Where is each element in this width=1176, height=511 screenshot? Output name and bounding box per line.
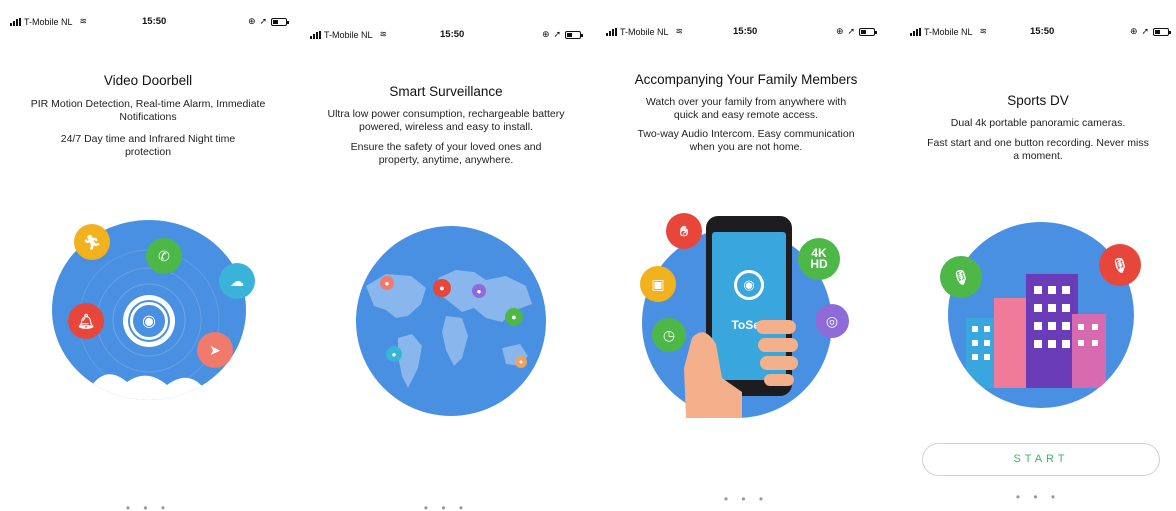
status-time: 15:50	[1030, 26, 1055, 37]
wifi-icon: ≋	[379, 29, 388, 39]
status-time: 15:50	[440, 29, 465, 40]
status-bar: T-Mobile NL ≋ 15:50 ⊕ ➚	[0, 12, 296, 32]
signal-icon	[10, 17, 21, 26]
webcam-icon: ◎	[815, 304, 849, 338]
wifi-icon: ≋	[79, 16, 88, 26]
carrier: T-Mobile NL ≋	[910, 26, 987, 37]
onboarding-screen-family: T-Mobile NL ≋ 15:50 ⊕ ➚ Accompanying You…	[596, 0, 896, 511]
rotation-lock-icon: ⊕	[1130, 26, 1138, 36]
location-pin-icon: ●	[472, 284, 486, 298]
battery-icon	[565, 30, 584, 39]
stop-hand-icon: ✋︎	[666, 213, 702, 249]
status-time: 15:50	[733, 26, 758, 37]
carrier-name: T-Mobile NL	[620, 26, 669, 37]
status-right: ⊕ ➚	[1130, 26, 1172, 37]
onboarding-screen-video-doorbell: T-Mobile NL ≋ 15:50 ⊕ ➚ Video Doorbell P…	[0, 0, 296, 511]
app-logo-icon: ◉	[734, 270, 764, 300]
location-pin-icon: ●	[433, 279, 451, 297]
doorbell-center-icon: ◉	[123, 295, 175, 347]
4k-hd-badge-icon: 4K HD	[798, 238, 840, 280]
screen-description-1: Dual 4k portable panoramic cameras.	[950, 117, 1126, 129]
send-icon: ➤	[197, 332, 233, 368]
onboarding-screen-smart-surveillance: T-Mobile NL ≋ 15:50 ⊕ ➚ Smart Surveillan…	[300, 0, 592, 511]
carrier-name: T-Mobile NL	[24, 16, 73, 27]
signal-icon	[606, 27, 617, 36]
status-bar: T-Mobile NL ≋ 15:50 ⊕ ➚	[300, 25, 592, 45]
location-pin-icon: ●	[380, 276, 394, 290]
microphone-icon: 🎙︎	[1099, 244, 1141, 286]
cloud-icon: ☁	[219, 263, 255, 299]
location-pin-icon: ●	[515, 356, 527, 368]
rotation-lock-icon: ⊕	[836, 26, 844, 36]
screen-title: Video Doorbell	[103, 73, 193, 88]
screen-description-2: Two-way Audio Intercom. Easy communicati…	[637, 128, 855, 153]
status-time: 15:50	[142, 16, 167, 27]
location-pin-icon: ●	[505, 308, 523, 326]
screen-description-2: Ensure the safety of your loved ones and…	[350, 141, 542, 166]
bell-icon: 🔔︎	[68, 303, 104, 339]
screen-description-1: Ultra low power consumption, rechargeabl…	[327, 108, 565, 133]
pagination-dots: • • •	[125, 501, 171, 511]
wifi-icon: ≋	[675, 26, 684, 36]
screen-description-2: 24/7 Day time and Infrared Night time pr…	[60, 133, 236, 158]
status-right: ⊕ ➚	[248, 16, 290, 27]
pagination-dots: • • •	[423, 501, 469, 511]
screen-description-1: Watch over your family from anywhere wit…	[645, 96, 847, 121]
rotation-lock-icon: ⊕	[248, 16, 256, 26]
photo-icon: ▣	[640, 266, 676, 302]
signal-icon	[910, 27, 921, 36]
status-bar: T-Mobile NL ≋ 15:50 ⊕ ➚	[900, 22, 1176, 42]
status-right: ⊕ ➚	[542, 29, 584, 40]
hand-illustration	[682, 318, 812, 418]
carrier-name: T-Mobile NL	[924, 26, 973, 37]
running-person-icon: 🏃︎	[74, 224, 110, 260]
carrier-name: T-Mobile NL	[324, 29, 373, 40]
microphone-icon: 🎙︎	[940, 256, 982, 298]
status-bar: T-Mobile NL ≋ 15:50 ⊕ ➚	[596, 22, 896, 42]
pagination-dots: • • •	[723, 492, 769, 506]
battery-icon	[271, 17, 290, 26]
location-icon: ➚	[259, 16, 268, 26]
screen-title: Accompanying Your Family Members	[634, 72, 858, 87]
location-icon: ➚	[1141, 26, 1150, 36]
signal-icon	[310, 30, 321, 39]
carrier: T-Mobile NL ≋	[310, 29, 387, 40]
location-icon: ➚	[847, 26, 856, 36]
screen-description-2: Fast start and one button recording. Nev…	[927, 137, 1149, 162]
start-button[interactable]: START	[922, 443, 1160, 476]
location-pin-icon: ●	[386, 346, 402, 362]
wifi-icon: ≋	[979, 26, 988, 36]
carrier: T-Mobile NL ≋	[10, 16, 87, 27]
phone-call-icon: ✆	[146, 238, 182, 274]
screen-title: Smart Surveillance	[389, 84, 503, 99]
rotation-lock-icon: ⊕	[542, 29, 550, 39]
screen-title: Sports DV	[1007, 93, 1069, 108]
clock-icon: ◷	[652, 318, 686, 352]
screen-description-1: PIR Motion Detection, Real-time Alarm, I…	[30, 98, 266, 123]
pagination-dots: • • •	[1015, 490, 1061, 504]
battery-icon	[859, 27, 878, 36]
status-right: ⊕ ➚	[836, 26, 878, 37]
carrier: T-Mobile NL ≋	[606, 26, 683, 37]
battery-icon	[1153, 27, 1172, 36]
onboarding-screen-sports-dv: T-Mobile NL ≋ 15:50 ⊕ ➚ Sports DV Dual 4…	[900, 0, 1176, 511]
badge-hd-label: HD	[810, 257, 828, 271]
location-icon: ➚	[553, 29, 562, 39]
